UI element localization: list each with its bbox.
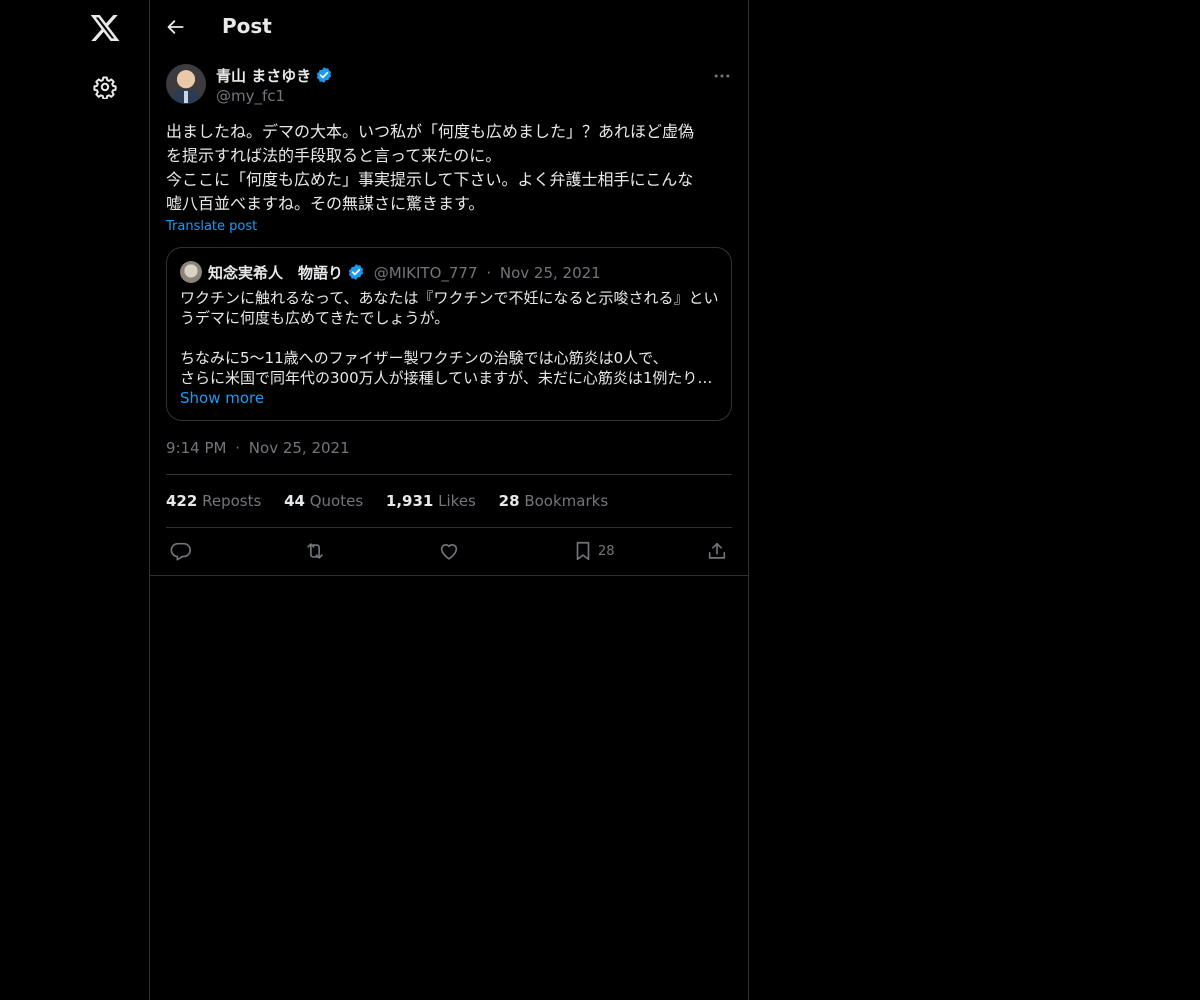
show-more-link[interactable]: Show more (180, 389, 264, 407)
post-actions: 28 (166, 540, 732, 564)
bookmark-count: 28 (598, 544, 615, 559)
gear-icon[interactable] (93, 75, 117, 99)
bookmarks-stat[interactable]: 28 Bookmarks (499, 492, 608, 510)
quoted-separator: · (486, 264, 492, 282)
reposts-stat[interactable]: 422 Reposts (166, 492, 261, 510)
verified-badge-icon (317, 67, 332, 83)
x-logo-icon[interactable] (89, 12, 121, 44)
quoted-body-line: ワクチンに触れるなって、あなたは『ワクチンで不妊になると示唆される』とい (180, 289, 719, 307)
post-body-line: 嘘八百並べますね。その無謀さに驚きます。 (166, 194, 485, 213)
bookmarks-label: Bookmarks (524, 492, 609, 510)
post-date[interactable]: Nov 25, 2021 (249, 439, 350, 457)
likes-stat[interactable]: 1,931 Likes (386, 492, 476, 510)
quoted-post[interactable]: 知念実希人 物語り @MIKITO_777 · Nov 25, 2021 ワクチ… (166, 247, 732, 421)
quoted-date: Nov 25, 2021 (499, 264, 601, 282)
left-nav (0, 0, 149, 1000)
translate-post-link[interactable]: Translate post (166, 219, 257, 234)
quotes-count: 44 (284, 492, 305, 510)
top-bar: Post (150, 0, 748, 54)
quotes-stat[interactable]: 44 Quotes (284, 492, 363, 510)
quotes-label: Quotes (309, 492, 364, 510)
bookmark-icon[interactable] (572, 540, 594, 562)
quoted-body-line: さらに米国で同年代の300万人が接種していますが、未だに心筋炎は1例たり… (180, 369, 713, 387)
likes-count: 1,931 (385, 492, 434, 510)
divider (166, 474, 732, 475)
divider (166, 527, 732, 528)
bookmarks-count: 28 (498, 492, 520, 510)
post-body-line: を提示すれば法的手段取ると言って来たのに。 (166, 146, 502, 165)
post-body: 出ましたね。デマの大本。いつ私が「何度も広めました」？あれほど虚偽 を提示すれば… (166, 120, 736, 216)
reposts-label: Reposts (202, 492, 262, 510)
repost-icon[interactable] (304, 540, 326, 562)
like-icon[interactable] (438, 540, 460, 562)
quoted-post-body: ワクチンに触れるなって、あなたは『ワクチンで不妊になると示唆される』とい うデマ… (180, 288, 720, 388)
post-stats: 422 Reposts 44 Quotes 1,931 Likes 28 Boo… (166, 492, 626, 510)
more-options-icon[interactable] (712, 66, 732, 86)
quoted-author-name: 知念実希人 物語り (208, 264, 344, 282)
quoted-author-handle: @MIKITO_777 (373, 264, 478, 282)
quoted-post-header: 知念実希人 物語り @MIKITO_777 · Nov 25, 2021 (208, 262, 601, 283)
likes-label: Likes (438, 492, 476, 510)
divider (150, 575, 748, 576)
quoted-body-line: うデマに何度も広めてきたでしょうが。 (180, 309, 450, 327)
avatar-tie (184, 91, 188, 103)
arrow-left-icon[interactable] (166, 17, 186, 37)
verified-badge-icon (348, 264, 364, 280)
author-handle[interactable]: @my_fc1 (216, 87, 285, 105)
post-column: Post 青山 まさゆき @my_fc1 出ましたね。デマの大本。いつ私が「何度… (149, 0, 749, 1000)
reply-icon[interactable] (170, 540, 192, 562)
author-name-row[interactable]: 青山 まさゆき (216, 65, 333, 86)
page-title: Post (222, 14, 272, 38)
post-body-line: 今ここに「何度も広めた」事実提示して下さい。よく弁護士相手にこんな (166, 170, 694, 189)
quoted-author-avatar (180, 261, 202, 283)
reposts-count: 422 (166, 492, 198, 510)
author-name[interactable]: 青山 まさゆき (216, 67, 311, 85)
timestamp-separator: · (235, 439, 241, 457)
post-timestamp[interactable]: 9:14 PM · Nov 25, 2021 (166, 439, 350, 457)
author-avatar[interactable] (166, 64, 206, 104)
post-body-line: 出ましたね。デマの大本。いつ私が「何度も広めました」？あれほど虚偽 (166, 122, 695, 141)
share-icon[interactable] (706, 540, 728, 562)
quoted-body-line: ちなみに5〜11歳へのファイザー製ワクチンの治験では心筋炎は0人で、 (180, 349, 668, 367)
quoted-body-line (180, 328, 720, 348)
post-time[interactable]: 9:14 PM (166, 439, 226, 457)
